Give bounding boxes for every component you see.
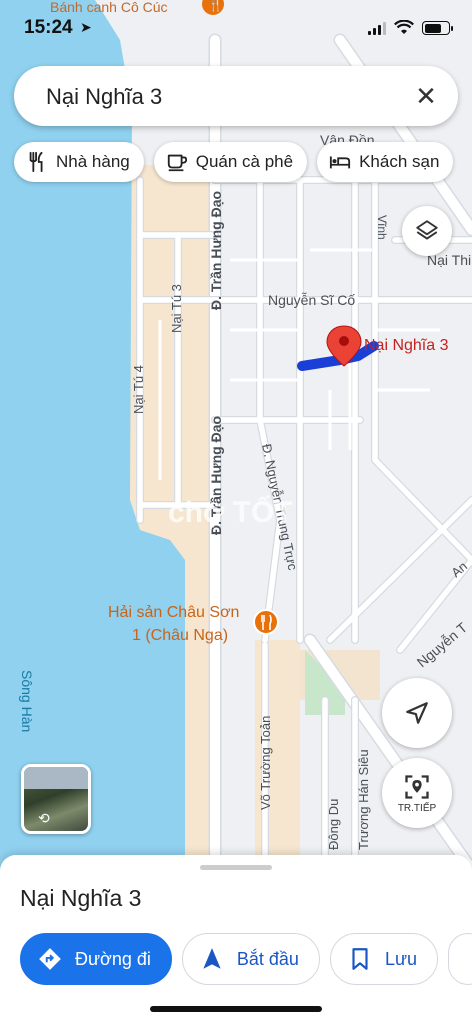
signal-icon bbox=[368, 21, 386, 35]
action-label: Đường đi bbox=[75, 948, 151, 969]
status-icons bbox=[368, 20, 453, 36]
more-action-button[interactable] bbox=[448, 933, 472, 985]
sheet-handle[interactable] bbox=[200, 865, 272, 870]
status-time: 15:24 bbox=[24, 17, 73, 38]
start-navigation-icon bbox=[203, 948, 221, 969]
label-song-han: Sông Hàn bbox=[19, 670, 35, 732]
action-label: Bắt đầu bbox=[236, 948, 299, 969]
search-query[interactable]: Nại Nghĩa 3 bbox=[46, 84, 162, 110]
status-bar: 15:24 ➤ bbox=[0, 0, 472, 56]
chip-restaurants[interactable]: Nhà hàng bbox=[14, 142, 144, 182]
restaurant-icon bbox=[29, 151, 43, 173]
live-view-icon bbox=[405, 774, 429, 799]
search-bar[interactable]: Nại Nghĩa 3 ✕ bbox=[14, 66, 458, 126]
close-icon[interactable]: ✕ bbox=[408, 78, 444, 114]
label-nguyen-si-co: Nguyễn Sĩ Cố bbox=[268, 292, 355, 308]
home-indicator bbox=[150, 1006, 322, 1012]
label-han-sieu: Trương Hán Siêu bbox=[356, 749, 371, 850]
chip-label: Quán cà phê bbox=[195, 152, 294, 171]
action-label: Lưu bbox=[384, 948, 418, 969]
label-hai-san-2: 1 (Châu Nga) bbox=[132, 627, 228, 644]
label-dong-du: Đông Du bbox=[326, 799, 341, 850]
label-vo-truong-toan: Võ Trường Toản bbox=[258, 716, 273, 810]
save-button[interactable]: Lưu bbox=[329, 933, 439, 985]
hotel-icon bbox=[330, 156, 351, 169]
bookmark-icon bbox=[352, 948, 368, 970]
place-sheet[interactable]: Nại Nghĩa 3 Đường đi Bắt đầu Lưu bbox=[0, 855, 472, 1024]
coffee-icon bbox=[167, 154, 187, 172]
live-view-button[interactable]: TR.TIẾP bbox=[382, 758, 452, 828]
label-hai-san-1: Hải sản Châu Sơn bbox=[108, 604, 239, 621]
my-location-button[interactable] bbox=[382, 678, 452, 748]
layers-icon bbox=[416, 220, 438, 240]
start-button[interactable]: Bắt đầu bbox=[181, 933, 320, 985]
place-title: Nại Nghĩa 3 bbox=[20, 885, 142, 911]
poi-seafood-icon[interactable] bbox=[253, 609, 279, 635]
chip-label: Khách sạn bbox=[359, 152, 440, 171]
navigate-arrow-icon bbox=[406, 702, 428, 724]
chip-coffee[interactable]: Quán cà phê bbox=[153, 142, 308, 182]
pin-label: Nại Nghĩa 3 bbox=[364, 337, 449, 354]
chip-label: Nhà hàng bbox=[56, 152, 130, 171]
label-tran-hung-dao-1: Đ. Trần Hưng Đạo bbox=[208, 191, 224, 310]
street-view-thumbnail[interactable]: ⟲ bbox=[21, 764, 91, 834]
location-arrow-icon: ➤ bbox=[80, 19, 92, 35]
label-nai-tu-4: Nại Tú 4 bbox=[131, 365, 146, 414]
layers-button[interactable] bbox=[402, 206, 452, 256]
label-nai-tu-3: Nại Tú 3 bbox=[169, 284, 184, 333]
battery-icon bbox=[422, 21, 453, 35]
watermark: chợ TỐT bbox=[168, 495, 293, 529]
label-vinh: Vĩnh bbox=[375, 215, 389, 240]
rotate-360-icon: ⟲ bbox=[38, 810, 50, 826]
directions-icon bbox=[39, 948, 61, 970]
live-view-label: TR.TIẾP bbox=[397, 802, 437, 814]
wifi-icon bbox=[394, 20, 414, 34]
action-buttons: Đường đi Bắt đầu Lưu bbox=[20, 933, 472, 985]
chip-hotels[interactable]: Khách sạn bbox=[317, 142, 454, 182]
directions-button[interactable]: Đường đi bbox=[20, 933, 172, 985]
category-chips: Nhà hàng Quán cà phê Khách sạn bbox=[14, 142, 454, 182]
